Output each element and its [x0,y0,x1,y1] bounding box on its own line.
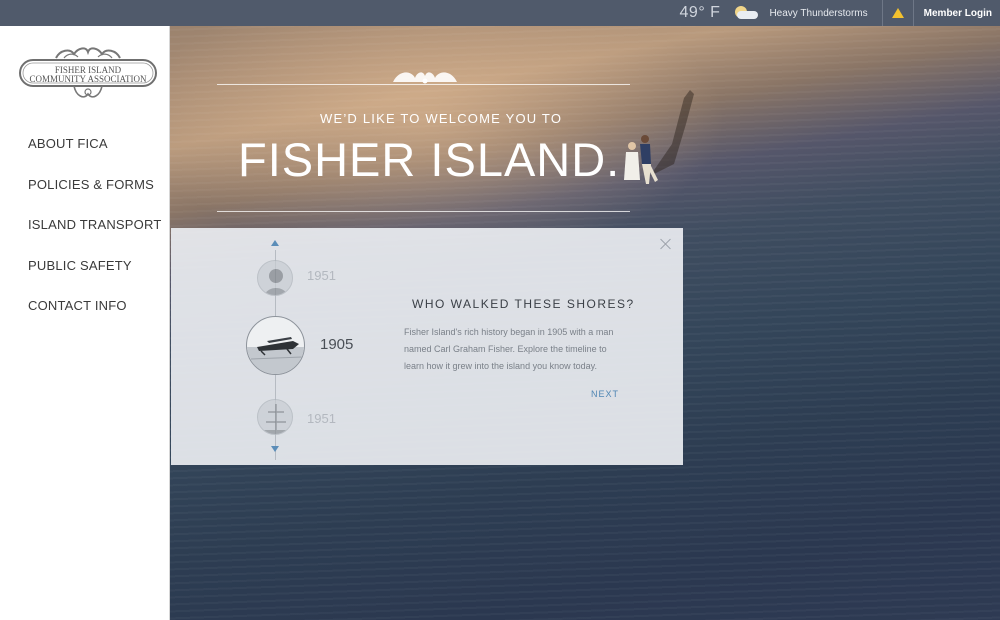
nav-island-transport[interactable]: ISLAND TRANSPORT [28,217,161,258]
timeline-year-prev[interactable]: 1951 [307,268,336,283]
weather-condition: Heavy Thunderstorms [769,7,868,19]
nav-policies-forms[interactable]: POLICIES & FORMS [28,177,161,218]
timeline-up-arrow-icon[interactable] [271,240,279,246]
timeline-node-next[interactable] [257,399,293,435]
nav-contact-info[interactable]: CONTACT INFO [28,298,161,339]
top-bar: 49° F Heavy Thunderstorms Member Login [0,0,1000,26]
bottom-rule [217,211,630,212]
timeline-down-arrow-icon[interactable] [271,446,279,452]
top-rule [217,84,630,85]
history-panel: 1951 1905 1951 WHO WALKED THESE SHORES? … [171,228,683,465]
weather-widget: 49° F Heavy Thunderstorms [680,0,882,26]
welcome-title: FISHER ISLAND. [238,133,621,186]
timeline-node-prev[interactable] [257,260,293,296]
beach-couple-image [624,90,694,184]
history-heading: WHO WALKED THESE SHORES? [412,297,635,311]
timeline-year-active[interactable]: 1905 [320,336,353,353]
nav-public-safety[interactable]: PUBLIC SAFETY [28,258,161,299]
history-body: Fisher Island's rich history began in 19… [404,327,614,371]
logo-line-2: COMMUNITY ASSOCIATION [29,74,147,84]
nav-about-fica[interactable]: ABOUT FICA [28,136,161,177]
warning-icon [891,8,904,18]
temperature: 49° F [679,4,721,21]
timeline-node-active[interactable] [246,316,305,375]
main-nav: ABOUT FICA POLICIES & FORMS ISLAND TRANS… [28,136,161,339]
welcome-subtitle: WE’D LIKE TO WELCOME YOU TO [320,111,563,126]
timeline-year-next[interactable]: 1951 [307,411,336,426]
cloudy-sun-icon [732,5,759,21]
member-login-link[interactable]: Member Login [914,8,1000,19]
next-button[interactable]: NEXT [591,389,619,399]
weather-alert-button[interactable] [883,0,913,26]
close-icon[interactable] [660,238,672,250]
sidebar: FISHER ISLAND COMMUNITY ASSOCIATION ABOU… [0,26,170,620]
fica-logo[interactable]: FISHER ISLAND COMMUNITY ASSOCIATION [18,44,158,100]
